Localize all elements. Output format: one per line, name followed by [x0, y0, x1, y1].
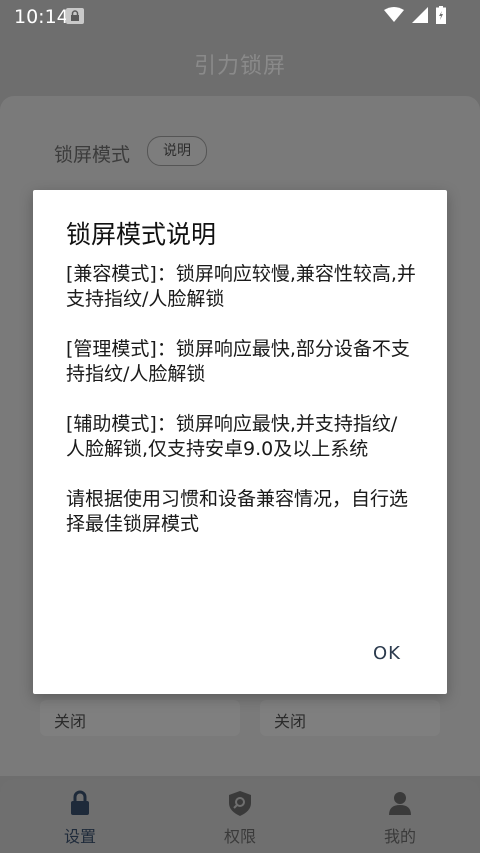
lock-badge-icon [66, 8, 84, 24]
nav-item-mine[interactable]: 我的 [340, 779, 460, 853]
lock-mode-label: 锁屏模式 [54, 144, 131, 166]
status-time: 10:14 [14, 6, 69, 28]
app-title: 引力锁屏 [193, 54, 286, 79]
dialog-paragraph-admin: [管理模式]：锁屏响应最快,部分设备不支持指纹/人脸解锁 [66, 338, 410, 385]
dialog-title: 锁屏模式说明 [66, 220, 217, 249]
shield-search-icon [226, 789, 254, 817]
dialog-body: [兼容模式]：锁屏响应较慢,兼容性较高,并支持指纹/人脸解锁 [管理模式]：锁屏… [66, 262, 416, 562]
wifi-icon [384, 7, 404, 28]
toggle-left-label: 关闭 [54, 712, 87, 731]
dialog-paragraph-compat: [兼容模式]：锁屏响应较慢,兼容性较高,并支持指纹/人脸解锁 [66, 263, 416, 310]
toggle-right-label: 关闭 [274, 712, 307, 731]
dialog-paragraph-advice: 请根据使用习惯和设备兼容情况，自行选择最佳锁屏模式 [66, 488, 409, 535]
ok-button[interactable]: OK [373, 643, 401, 664]
signal-icon [412, 7, 428, 28]
lock-icon [66, 789, 94, 817]
nav-label-settings: 设置 [63, 827, 96, 846]
toggle-left[interactable]: 关闭 [40, 700, 240, 736]
nav-item-settings[interactable]: 设置 [20, 779, 140, 853]
nav-label-permissions: 权限 [223, 827, 256, 846]
mode-explain-dialog: 锁屏模式说明 [兼容模式]：锁屏响应较慢,兼容性较高,并支持指纹/人脸解锁 [管… [33, 190, 447, 694]
battery-charging-icon [436, 6, 446, 29]
toggle-right[interactable]: 关闭 [260, 700, 440, 736]
nav-label-mine: 我的 [383, 827, 416, 846]
dialog-paragraph-assist: [辅助模式]：锁屏响应最快,并支持指纹/人脸解锁,仅支持安卓9.0及以上系统 [66, 413, 398, 460]
explain-button[interactable]: 说明 [147, 136, 207, 166]
person-icon [386, 789, 414, 817]
screen: 10:14 引力锁屏 锁屏模式 说明 关闭 关闭 设置 权限 我的 锁屏模式说明… [0, 0, 480, 853]
bottom-nav: 设置 权限 我的 [0, 779, 480, 853]
nav-item-permissions[interactable]: 权限 [180, 779, 300, 853]
status-bar: 10:14 [0, 0, 480, 34]
